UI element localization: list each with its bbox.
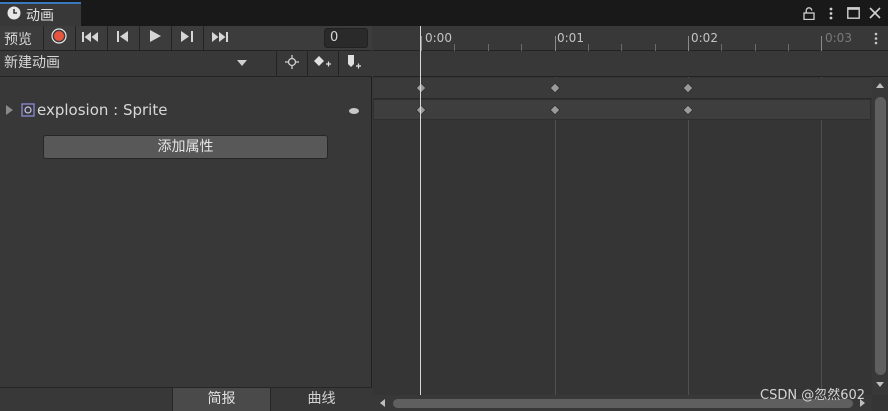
add-event-button[interactable] bbox=[338, 51, 369, 76]
add-keyframe-button[interactable] bbox=[307, 51, 338, 76]
last-keyframe-button[interactable] bbox=[203, 26, 234, 50]
summary-track[interactable] bbox=[373, 78, 888, 99]
ruler-tick bbox=[788, 44, 789, 51]
ruler-tick bbox=[655, 44, 656, 51]
tab-dopesheet[interactable]: 简报 bbox=[172, 388, 271, 411]
record-icon bbox=[51, 28, 67, 48]
play-button[interactable] bbox=[139, 26, 170, 50]
clip-name: 新建动画 bbox=[4, 55, 60, 71]
clip-dropdown[interactable]: 新建动画 bbox=[0, 51, 256, 76]
ruler-tick bbox=[588, 44, 589, 51]
scroll-left-icon[interactable] bbox=[380, 399, 385, 407]
view-mode-tabs: 简报 曲线 bbox=[0, 387, 372, 411]
vertical-scroll-thumb[interactable] bbox=[875, 97, 886, 375]
last-keyframe-icon bbox=[210, 31, 228, 46]
ruler-tick bbox=[621, 44, 622, 51]
playhead[interactable] bbox=[420, 26, 421, 395]
add-keyframe-icon bbox=[314, 55, 332, 72]
ruler-tick-label: 0:01 bbox=[557, 31, 584, 45]
scroll-down-icon[interactable] bbox=[876, 382, 884, 387]
ruler-tick bbox=[454, 44, 455, 51]
first-keyframe-button[interactable] bbox=[75, 26, 106, 50]
snap-button[interactable] bbox=[276, 51, 307, 76]
sprite-icon bbox=[21, 103, 35, 121]
property-row[interactable]: explosion : Sprite bbox=[0, 98, 372, 122]
tab-title: 动画 bbox=[26, 8, 54, 24]
close-icon[interactable] bbox=[864, 7, 886, 19]
expand-arrow-icon[interactable] bbox=[6, 105, 13, 115]
ruler-tick-label: 0:03 bbox=[825, 31, 852, 45]
clip-bar: 新建动画 bbox=[0, 51, 372, 77]
next-keyframe-icon bbox=[181, 30, 193, 46]
event-lane[interactable] bbox=[373, 51, 888, 77]
add-event-icon bbox=[346, 54, 362, 74]
first-keyframe-icon bbox=[82, 31, 100, 46]
record-button[interactable] bbox=[43, 26, 74, 50]
watermark: CSDN @忽然602 bbox=[760, 388, 866, 403]
ruler-tick bbox=[688, 36, 689, 51]
ruler-tick-label: 0:02 bbox=[691, 31, 718, 45]
timeline-options-icon[interactable] bbox=[874, 32, 878, 49]
more-vert-icon[interactable] bbox=[820, 7, 842, 20]
scroll-up-icon[interactable] bbox=[876, 83, 884, 88]
tab-curves[interactable]: 曲线 bbox=[271, 388, 372, 411]
preview-toggle[interactable]: 预览 bbox=[4, 29, 32, 49]
maximize-icon[interactable] bbox=[842, 7, 864, 19]
add-property-button[interactable]: 添加属性 bbox=[43, 135, 328, 159]
play-icon bbox=[149, 30, 161, 46]
next-keyframe-button[interactable] bbox=[171, 26, 202, 50]
ruler-tick bbox=[521, 44, 522, 51]
property-label: explosion : Sprite bbox=[37, 101, 168, 119]
property-options-icon[interactable] bbox=[349, 108, 359, 114]
playback-toolbar: 预览 0 bbox=[0, 26, 372, 51]
prev-keyframe-button[interactable] bbox=[107, 26, 138, 50]
clock-icon bbox=[7, 6, 21, 24]
ruler-tick bbox=[421, 36, 422, 51]
hierarchy-panel: 预览 0 新建动画 explosion: Sprite 添加属性 简报 曲线 bbox=[0, 26, 372, 411]
sprite-track[interactable] bbox=[373, 99, 871, 120]
title-bar: 动画 bbox=[0, 0, 888, 26]
ruler-tick bbox=[488, 44, 489, 51]
vertical-scrollbar[interactable] bbox=[872, 77, 888, 395]
prev-keyframe-icon bbox=[117, 30, 129, 46]
ruler-tick bbox=[721, 44, 722, 51]
ruler-tick bbox=[555, 36, 556, 51]
frame-input[interactable]: 0 bbox=[324, 28, 368, 48]
ruler-tick bbox=[821, 36, 822, 51]
chevron-down-icon bbox=[237, 60, 247, 66]
tab-animation[interactable]: 动画 bbox=[0, 2, 81, 26]
ruler-tick-label: 0:00 bbox=[425, 31, 452, 45]
time-ruler[interactable]: 0:00 0:01 0:02 0:03 bbox=[373, 26, 888, 51]
lock-icon[interactable] bbox=[798, 6, 820, 20]
ruler-tick bbox=[755, 44, 756, 51]
snap-icon bbox=[285, 54, 299, 73]
timeline-panel[interactable]: 0:00 0:01 0:02 0:03 CSDN @忽然602 bbox=[373, 26, 888, 411]
